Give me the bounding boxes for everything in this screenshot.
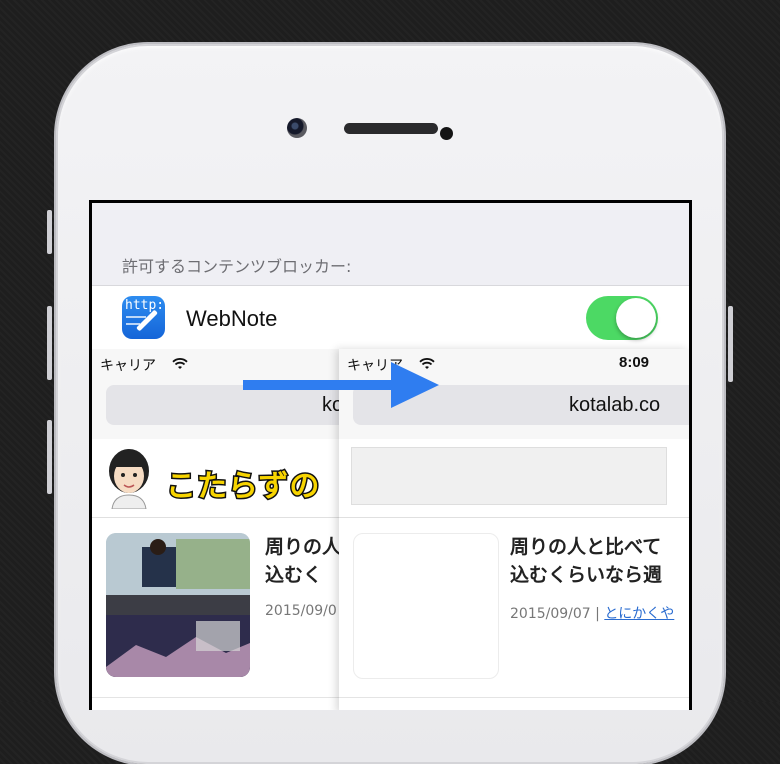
webnote-app-icon: http:: [122, 296, 165, 339]
earpiece-speaker: [344, 123, 438, 134]
arrow-right-icon: [243, 362, 439, 408]
toggle-knob: [616, 298, 656, 338]
volume-up-button: [47, 306, 52, 380]
blocked-banner-placeholder: [351, 447, 667, 505]
site-logo: こたらずの: [164, 468, 321, 506]
wifi-icon: [172, 358, 188, 369]
proximity-sensor: [440, 127, 453, 140]
article-card[interactable]: 周りの人と比べて 込むくらいなら週 2015/09/07 | とにかくや: [339, 519, 689, 710]
app-name-label: WebNote: [186, 306, 278, 331]
article-thumbnail-blocked[interactable]: [353, 533, 499, 679]
status-time: 8:09: [619, 354, 650, 371]
article-category-link[interactable]: とにかくや: [604, 606, 674, 622]
article-date: 2015/09/0: [265, 603, 337, 619]
volume-down-button: [47, 420, 52, 494]
screen-content: 許可するコンテンツブロッカー: http: WebNote キャリア k こたら…: [92, 203, 689, 710]
carrier-label: キャリア: [100, 358, 156, 374]
front-camera-icon: [287, 118, 307, 138]
site-banner[interactable]: こたらずの: [92, 439, 339, 518]
section-label: 許可するコンテンツブロッカー:: [122, 257, 352, 276]
article-date: 2015/09/07 |: [510, 606, 605, 622]
power-button: [728, 306, 733, 382]
webnote-toggle[interactable]: [586, 296, 658, 340]
divider: [339, 697, 689, 698]
settings-section-header: 許可するコンテンツブロッカー:: [92, 203, 689, 285]
content-blocker-row-webnote[interactable]: http: WebNote: [92, 285, 689, 350]
article-title[interactable]: 周りの人 込むく: [265, 533, 339, 589]
article-thumbnail[interactable]: [106, 533, 250, 677]
url-text: kotalab.co: [569, 394, 661, 416]
phone-screen: 許可するコンテンツブロッカー: http: WebNote キャリア k こたら…: [89, 200, 692, 710]
divider: [92, 697, 339, 698]
site-banner-blocked: [339, 439, 689, 518]
article-title[interactable]: 周りの人と比べて 込むくらいなら週: [510, 533, 662, 589]
article-card[interactable]: 周りの人 込むく 2015/09/0: [92, 519, 339, 710]
avatar: [109, 449, 149, 509]
mute-switch: [47, 210, 52, 254]
article-meta: 2015/09/07 | とにかくや: [510, 603, 674, 623]
app-icon-text: http:: [125, 298, 165, 313]
